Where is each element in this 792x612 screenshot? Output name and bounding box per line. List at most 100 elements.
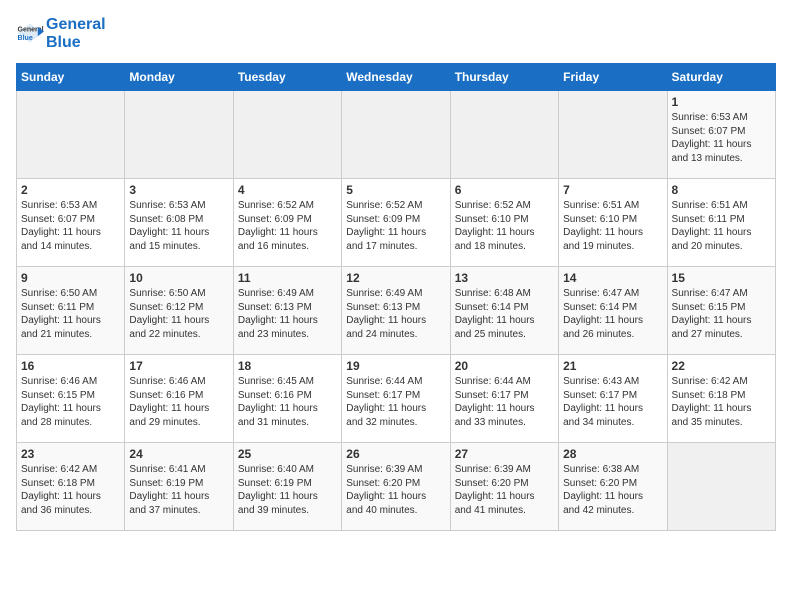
calendar-cell: 27Sunrise: 6:39 AM Sunset: 6:20 PM Dayli… <box>450 443 558 531</box>
day-number: 25 <box>238 447 337 461</box>
calendar-cell: 9 Sunrise: 6:50 AM Sunset: 6:11 PM Daylig… <box>17 267 125 355</box>
day-number: 27 <box>455 447 554 461</box>
day-detail: Sunrise: 6:42 AM Sunset: 6:18 PM Dayligh… <box>672 375 771 429</box>
calendar-cell <box>450 91 558 179</box>
day-detail: Sunrise: 6:38 AM Sunset: 6:20 PM Dayligh… <box>563 463 662 517</box>
day-number: 10 <box>129 271 228 285</box>
day-detail: Sunrise: 6:46 AM Sunset: 6:16 PM Dayligh… <box>129 375 228 429</box>
day-number: 17 <box>129 359 228 373</box>
day-detail: Sunrise: 6:52 AM Sunset: 6:09 PM Dayligh… <box>346 199 445 253</box>
day-detail: Sunrise: 6:43 AM Sunset: 6:17 PM Dayligh… <box>563 375 662 429</box>
day-detail: Sunrise: 6:51 AM Sunset: 6:10 PM Dayligh… <box>563 199 662 253</box>
day-detail: Sunrise: 6:51 AM Sunset: 6:11 PM Dayligh… <box>672 199 771 253</box>
day-detail: Sunrise: 6:40 AM Sunset: 6:19 PM Dayligh… <box>238 463 337 517</box>
day-number: 20 <box>455 359 554 373</box>
logo: General Blue GeneralBlue <box>16 16 106 51</box>
calendar-cell: 2 Sunrise: 6:53 AM Sunset: 6:07 PM Daylig… <box>17 179 125 267</box>
day-detail: Sunrise: 6:49 AM Sunset: 6:13 PM Dayligh… <box>238 287 337 341</box>
day-detail: Sunrise: 6:49 AM Sunset: 6:13 PM Dayligh… <box>346 287 445 341</box>
day-detail: Sunrise: 6:52 AM Sunset: 6:10 PM Dayligh… <box>455 199 554 253</box>
day-detail: Sunrise: 6:53 AM Sunset: 6:07 PM Dayligh… <box>21 199 120 253</box>
day-number: 15 <box>672 271 771 285</box>
day-detail: Sunrise: 6:53 AM Sunset: 6:07 PM Dayligh… <box>672 111 771 165</box>
weekday-header-wednesday: Wednesday <box>342 64 450 91</box>
calendar-cell: 16 Sunrise: 6:46 AM Sunset: 6:15 PM Dayli… <box>17 355 125 443</box>
day-number: 4 <box>238 183 337 197</box>
day-number: 19 <box>346 359 445 373</box>
calendar-cell: 22 Sunrise: 6:42 AM Sunset: 6:18 PM Dayli… <box>667 355 775 443</box>
calendar-week-row: 16 Sunrise: 6:46 AM Sunset: 6:15 PM Dayli… <box>17 355 776 443</box>
calendar-cell: 15Sunrise: 6:47 AM Sunset: 6:15 PM Dayli… <box>667 267 775 355</box>
logo-text: GeneralBlue <box>46 16 106 51</box>
calendar-week-row: 1 Sunrise: 6:53 AM Sunset: 6:07 PM Daylig… <box>17 91 776 179</box>
calendar-cell: 4Sunrise: 6:52 AM Sunset: 6:09 PM Daylig… <box>233 179 341 267</box>
day-number: 16 <box>21 359 120 373</box>
calendar-cell: 10 Sunrise: 6:50 AM Sunset: 6:12 PM Dayli… <box>125 267 233 355</box>
day-number: 22 <box>672 359 771 373</box>
day-number: 13 <box>455 271 554 285</box>
day-number: 6 <box>455 183 554 197</box>
calendar-cell: 23 Sunrise: 6:42 AM Sunset: 6:18 PM Dayli… <box>17 443 125 531</box>
weekday-header-friday: Friday <box>559 64 667 91</box>
calendar-cell: 12 Sunrise: 6:49 AM Sunset: 6:13 PM Dayli… <box>342 267 450 355</box>
calendar-cell: 24Sunrise: 6:41 AM Sunset: 6:19 PM Dayli… <box>125 443 233 531</box>
day-number: 18 <box>238 359 337 373</box>
weekday-header-sunday: Sunday <box>17 64 125 91</box>
day-number: 28 <box>563 447 662 461</box>
page-header: General Blue GeneralBlue <box>16 16 776 51</box>
calendar-cell: 28 Sunrise: 6:38 AM Sunset: 6:20 PM Dayli… <box>559 443 667 531</box>
day-number: 23 <box>21 447 120 461</box>
day-number: 26 <box>346 447 445 461</box>
day-number: 5 <box>346 183 445 197</box>
day-number: 3 <box>129 183 228 197</box>
day-detail: Sunrise: 6:42 AM Sunset: 6:18 PM Dayligh… <box>21 463 120 517</box>
day-detail: Sunrise: 6:44 AM Sunset: 6:17 PM Dayligh… <box>455 375 554 429</box>
day-number: 12 <box>346 271 445 285</box>
calendar-week-row: 9 Sunrise: 6:50 AM Sunset: 6:11 PM Daylig… <box>17 267 776 355</box>
day-detail: Sunrise: 6:39 AM Sunset: 6:20 PM Dayligh… <box>346 463 445 517</box>
weekday-header-saturday: Saturday <box>667 64 775 91</box>
calendar-cell: 8 Sunrise: 6:51 AM Sunset: 6:11 PM Daylig… <box>667 179 775 267</box>
calendar-cell <box>342 91 450 179</box>
calendar-cell: 21 Sunrise: 6:43 AM Sunset: 6:17 PM Dayli… <box>559 355 667 443</box>
calendar-cell <box>233 91 341 179</box>
day-detail: Sunrise: 6:48 AM Sunset: 6:14 PM Dayligh… <box>455 287 554 341</box>
calendar-cell <box>17 91 125 179</box>
calendar-cell: 5 Sunrise: 6:52 AM Sunset: 6:09 PM Daylig… <box>342 179 450 267</box>
weekday-header-row: SundayMondayTuesdayWednesdayThursdayFrid… <box>17 64 776 91</box>
calendar-cell: 17 Sunrise: 6:46 AM Sunset: 6:16 PM Dayli… <box>125 355 233 443</box>
calendar-week-row: 2 Sunrise: 6:53 AM Sunset: 6:07 PM Daylig… <box>17 179 776 267</box>
day-number: 14 <box>563 271 662 285</box>
calendar-week-row: 23 Sunrise: 6:42 AM Sunset: 6:18 PM Dayli… <box>17 443 776 531</box>
day-number: 21 <box>563 359 662 373</box>
day-number: 2 <box>21 183 120 197</box>
day-number: 11 <box>238 271 337 285</box>
weekday-header-tuesday: Tuesday <box>233 64 341 91</box>
calendar-cell: 1 Sunrise: 6:53 AM Sunset: 6:07 PM Daylig… <box>667 91 775 179</box>
day-detail: Sunrise: 6:50 AM Sunset: 6:12 PM Dayligh… <box>129 287 228 341</box>
day-detail: Sunrise: 6:46 AM Sunset: 6:15 PM Dayligh… <box>21 375 120 429</box>
calendar-cell <box>125 91 233 179</box>
calendar-cell: 13 Sunrise: 6:48 AM Sunset: 6:14 PM Dayli… <box>450 267 558 355</box>
calendar-cell: 6 Sunrise: 6:52 AM Sunset: 6:10 PM Daylig… <box>450 179 558 267</box>
day-detail: Sunrise: 6:53 AM Sunset: 6:08 PM Dayligh… <box>129 199 228 253</box>
calendar-cell: 14 Sunrise: 6:47 AM Sunset: 6:14 PM Dayli… <box>559 267 667 355</box>
day-detail: Sunrise: 6:50 AM Sunset: 6:11 PM Dayligh… <box>21 287 120 341</box>
day-number: 1 <box>672 95 771 109</box>
weekday-header-monday: Monday <box>125 64 233 91</box>
day-detail: Sunrise: 6:47 AM Sunset: 6:14 PM Dayligh… <box>563 287 662 341</box>
calendar-cell: 7 Sunrise: 6:51 AM Sunset: 6:10 PM Daylig… <box>559 179 667 267</box>
calendar-cell: 25 Sunrise: 6:40 AM Sunset: 6:19 PM Dayli… <box>233 443 341 531</box>
calendar-cell: 11 Sunrise: 6:49 AM Sunset: 6:13 PM Dayli… <box>233 267 341 355</box>
calendar-cell <box>559 91 667 179</box>
logo-icon: General Blue <box>16 22 44 44</box>
day-number: 8 <box>672 183 771 197</box>
weekday-header-thursday: Thursday <box>450 64 558 91</box>
calendar-table: SundayMondayTuesdayWednesdayThursdayFrid… <box>16 63 776 531</box>
day-number: 7 <box>563 183 662 197</box>
day-number: 9 <box>21 271 120 285</box>
svg-text:Blue: Blue <box>18 35 33 42</box>
day-detail: Sunrise: 6:45 AM Sunset: 6:16 PM Dayligh… <box>238 375 337 429</box>
calendar-cell: 3 Sunrise: 6:53 AM Sunset: 6:08 PM Daylig… <box>125 179 233 267</box>
day-number: 24 <box>129 447 228 461</box>
